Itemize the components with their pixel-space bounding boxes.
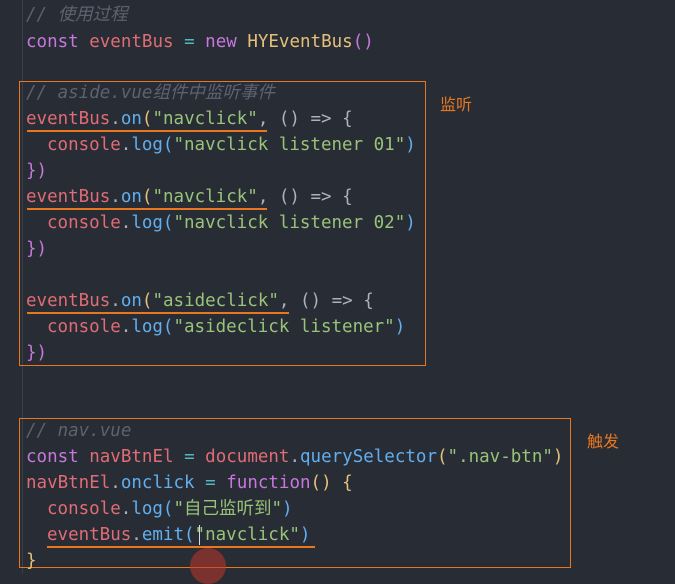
identifier: eventBus — [89, 32, 174, 52]
code-line-log-aside: console.log("asideclick listener") — [47, 317, 406, 337]
code-line-close-fn: } — [26, 551, 37, 571]
text-caret — [199, 525, 200, 545]
operator: = — [184, 32, 195, 52]
code-line-on-navclick-2: eventBus.on("navclick", () => { — [26, 187, 353, 207]
underline-emit — [47, 546, 315, 548]
code-line-emit: eventBus.emit("navclick") — [47, 525, 311, 545]
code-line-create-bus: const eventBus = new HYEventBus() — [26, 29, 374, 55]
method: on — [120, 109, 142, 129]
comment-nav: // nav.vue — [26, 421, 132, 441]
code-line-close-2: }) — [26, 239, 48, 259]
code-line-close-1: }) — [26, 161, 48, 181]
code-line-on-asideclick: eventBus.on("asideclick", () => { — [26, 291, 374, 311]
comment-aside: // aside.vue组件中监听事件 — [26, 83, 275, 103]
code-line-query-selector: const navBtnEl = document.querySelector(… — [26, 447, 564, 467]
code-line-close-3: }) — [26, 343, 48, 363]
annotation-listen: 监听 — [440, 95, 473, 114]
identifier: eventBus — [26, 109, 111, 129]
comment-usage: // 使用过程 — [26, 5, 128, 25]
class-name: HYEventBus — [247, 32, 353, 52]
keyword-new: new — [205, 32, 237, 52]
string: "navclick" — [152, 109, 258, 129]
keyword: const — [26, 32, 79, 52]
code-line-on-navclick-1: eventBus.on("navclick", () => { — [26, 109, 353, 129]
code-line-log-02: console.log("navclick listener 02") — [47, 213, 416, 233]
annotation-trigger: 触发 — [587, 432, 620, 451]
paren: () — [352, 32, 374, 52]
code-line-log-self: console.log("自己监听到") — [47, 499, 293, 519]
code-line-onclick: navBtnEl.onclick = function() { — [26, 473, 353, 493]
code-line-log-01: console.log("navclick listener 01") — [47, 135, 416, 155]
mouse-cursor-highlight — [190, 548, 226, 584]
